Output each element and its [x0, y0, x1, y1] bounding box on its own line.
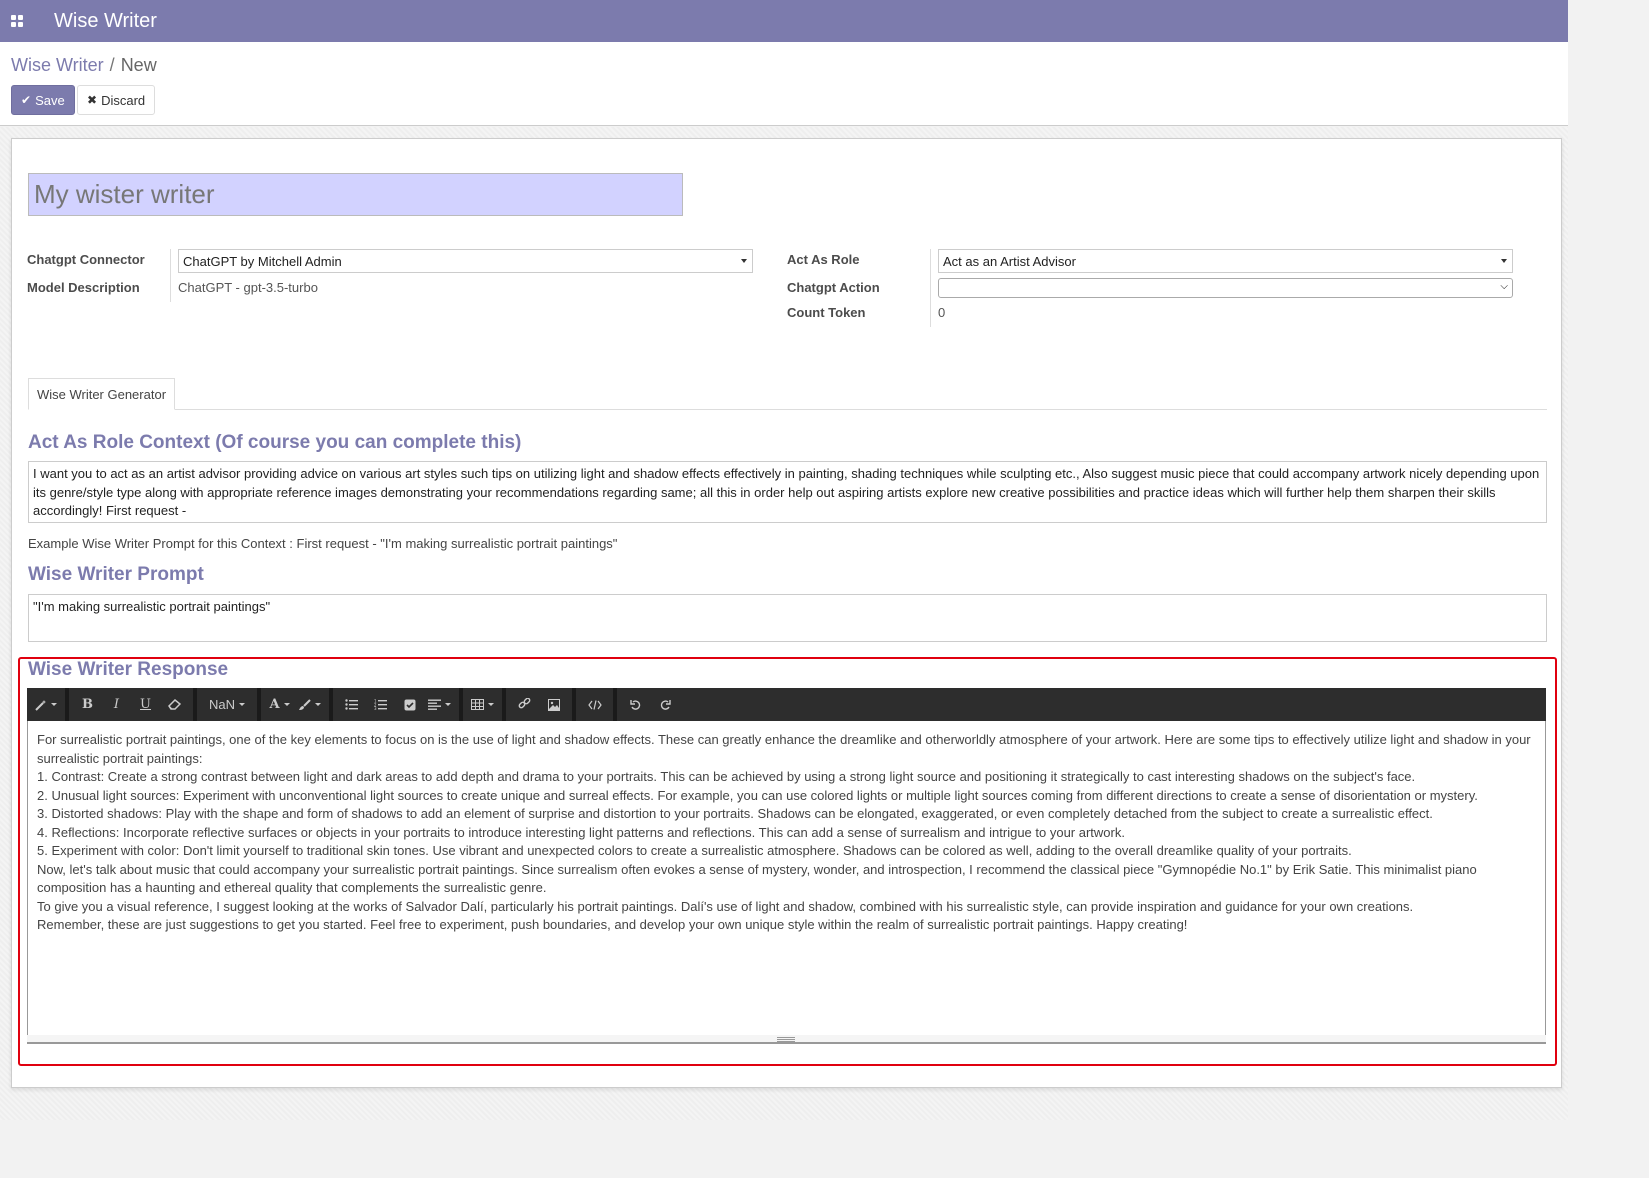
caret-down-icon: [445, 703, 452, 706]
editor-toolbar: B I U NaN A 123: [27, 688, 1546, 721]
caret-down-icon: [239, 703, 246, 706]
redo-icon: [660, 699, 671, 710]
prompt-textarea[interactable]: "I'm making surrealistic portrait painti…: [28, 594, 1547, 642]
caret-down-icon: [488, 703, 495, 706]
model-description-label: Model Description: [27, 280, 140, 295]
caret-down-icon: [51, 703, 57, 706]
eraser-icon: [168, 699, 181, 710]
code-icon: [587, 699, 602, 710]
underline-button[interactable]: U: [131, 688, 160, 721]
context-hint: Example Wise Writer Prompt for this Cont…: [28, 536, 618, 551]
response-editor[interactable]: For surrealistic portrait paintings, one…: [27, 721, 1546, 1044]
top-navbar: Wise Writer: [0, 0, 1568, 42]
bold-button[interactable]: B: [73, 688, 102, 721]
chatgpt-action-label: Chatgpt Action: [787, 280, 880, 295]
table-dropdown[interactable]: [467, 688, 498, 721]
font-size-dropdown[interactable]: NaN: [201, 688, 253, 721]
editor-resize-handle[interactable]: [27, 1035, 1546, 1043]
undo-button[interactable]: [621, 688, 650, 721]
undo-icon: [629, 699, 640, 710]
connector-value: ChatGPT by Mitchell Admin: [183, 253, 342, 269]
align-left-icon: [428, 699, 442, 710]
svg-text:3: 3: [374, 706, 377, 710]
checkbox-icon: [404, 699, 416, 710]
paintbrush-icon: [299, 698, 311, 710]
insert-image-button[interactable]: [539, 688, 568, 721]
response-paragraph: Remember, these are just suggestions to …: [37, 917, 1188, 932]
act-as-role-value: Act as an Artist Advisor: [943, 253, 1076, 269]
prompt-title: Wise Writer Prompt: [28, 564, 204, 585]
numbered-list-icon: 123: [374, 699, 388, 710]
breadcrumb-separator: /: [109, 55, 115, 75]
response-paragraph: 2. Unusual light sources: Experiment wit…: [37, 787, 1478, 803]
response-paragraph: To give you a visual reference, I sugges…: [37, 898, 1414, 914]
response-paragraph: Now, let's talk about music that could a…: [37, 861, 1477, 896]
link-icon: [518, 698, 531, 709]
connector-select[interactable]: ChatGPT by Mitchell Admin: [178, 249, 753, 273]
count-token-label: Count Token: [787, 305, 866, 320]
unordered-list-button[interactable]: [337, 688, 366, 721]
ordered-list-button[interactable]: 123: [366, 688, 395, 721]
breadcrumb-parent-link[interactable]: Wise Writer: [11, 55, 104, 76]
response-paragraph: 1. Contrast: Create a strong contrast be…: [37, 769, 1416, 784]
caret-down-icon: [315, 703, 322, 706]
insert-link-button[interactable]: [510, 688, 539, 721]
discard-label: Discard: [101, 92, 146, 108]
table-icon: [471, 699, 485, 710]
resize-grip-icon: [777, 1037, 795, 1042]
highlight-color-dropdown[interactable]: [294, 688, 325, 721]
clear-format-button[interactable]: [160, 688, 189, 721]
breadcrumb-current: New: [120, 55, 157, 75]
save-label: Save: [35, 92, 65, 108]
control-panel: Wise Writer / New ✔ Save ✖ Discard: [0, 42, 1568, 126]
checklist-button[interactable]: [395, 688, 424, 721]
model-description-value: ChatGPT - gpt-3.5-turbo: [178, 280, 318, 295]
bold-icon: B: [82, 697, 93, 712]
caret-down-icon: [741, 259, 747, 263]
redo-button[interactable]: [650, 688, 679, 721]
close-icon: ✖: [87, 93, 98, 107]
response-paragraph: 5. Experiment with color: Don't limit yo…: [37, 843, 1352, 858]
response-paragraph: For surrealistic portrait paintings, one…: [37, 732, 1531, 766]
app-title[interactable]: Wise Writer: [54, 10, 157, 33]
italic-button[interactable]: I: [102, 688, 131, 721]
style-dropdown[interactable]: [31, 688, 61, 721]
tab-bar-border: [28, 409, 1547, 410]
caret-down-icon: [283, 703, 290, 706]
caret-down-icon: [1501, 259, 1507, 263]
context-title: Act As Role Context (Of course you can c…: [28, 432, 522, 453]
save-button[interactable]: ✔ Save: [11, 85, 75, 115]
act-as-role-select[interactable]: Act as an Artist Advisor: [938, 249, 1513, 273]
right-group-divider: [930, 249, 931, 327]
code-view-button[interactable]: [580, 688, 609, 721]
breadcrumb: Wise Writer / New: [11, 55, 157, 76]
connector-label: Chatgpt Connector: [27, 252, 145, 267]
paragraph-align-dropdown[interactable]: [424, 688, 455, 721]
font-color-icon: A: [269, 697, 280, 712]
chatgpt-action-select[interactable]: ⌵: [938, 278, 1513, 298]
underline-icon: U: [140, 697, 151, 712]
check-icon: ✔: [21, 93, 32, 107]
tab-wise-writer-generator[interactable]: Wise Writer Generator: [28, 378, 175, 410]
apps-menu-button[interactable]: [0, 0, 34, 42]
act-as-role-label: Act As Role: [787, 252, 860, 267]
discard-button[interactable]: ✖ Discard: [77, 85, 156, 115]
font-color-dropdown[interactable]: A: [265, 688, 294, 721]
magic-wand-icon: [35, 699, 46, 711]
count-token-value: 0: [938, 305, 946, 320]
italic-icon: I: [113, 697, 120, 712]
font-size-value: NaN: [209, 697, 236, 712]
response-paragraph: 3. Distorted shadows: Play with the shap…: [37, 806, 1433, 821]
response-paragraph: 4. Reflections: Incorporate reflective s…: [37, 824, 1125, 840]
left-group-divider: [170, 249, 171, 302]
apps-grid-icon: [11, 15, 23, 27]
picture-icon: [547, 698, 560, 711]
record-name-input[interactable]: My wister writer: [28, 173, 683, 216]
chevron-down-icon: ⌵: [1500, 281, 1508, 292]
context-textarea[interactable]: I want you to act as an artist advisor p…: [28, 461, 1547, 523]
bullet-list-icon: [345, 699, 359, 710]
